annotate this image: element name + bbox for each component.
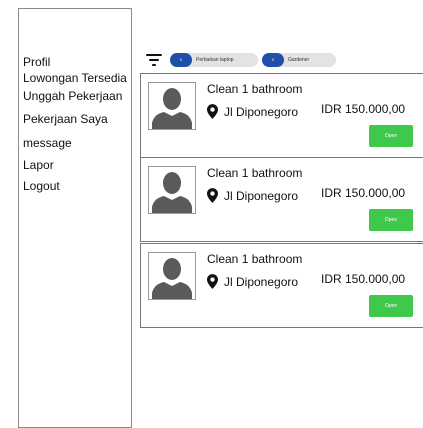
sidebar: Profil Lowongan Tersedia Unggah Pekerjaa… — [18, 8, 132, 428]
location-text: Jl Diponegoro — [224, 274, 299, 289]
filter-icon[interactable] — [146, 54, 162, 66]
open-button[interactable]: Open — [369, 295, 413, 317]
person-silhouette-icon — [152, 258, 192, 299]
chip-label: Gardener — [288, 57, 310, 63]
open-button[interactable]: Open — [369, 209, 413, 231]
job-location: Jl Diponegoro — [207, 104, 298, 119]
location-pin-icon — [207, 274, 218, 289]
sidebar-item-pekerjaan-saya[interactable]: Pekerjaan Saya — [23, 112, 108, 126]
sidebar-item-message[interactable]: message — [23, 136, 72, 150]
job-card: Clean 1 bathroom Jl Diponegoro IDR 150.0… — [140, 157, 423, 242]
chip-label: Perbaikan laptop — [196, 57, 234, 63]
job-location: Jl Diponegoro — [207, 188, 298, 203]
avatar — [148, 166, 196, 214]
job-location: Jl Diponegoro — [207, 274, 298, 289]
person-silhouette-icon — [152, 88, 192, 129]
filter-chip-gardener[interactable]: X Gardener — [262, 53, 336, 67]
job-title: Clean 1 bathroom — [207, 166, 303, 180]
chip-remove-badge[interactable]: X — [262, 53, 284, 67]
location-text: Jl Diponegoro — [224, 104, 299, 119]
job-title: Clean 1 bathroom — [207, 82, 303, 96]
job-card: Clean 1 bathroom Jl Diponegoro IDR 150.0… — [140, 73, 423, 158]
avatar — [148, 252, 196, 300]
job-price: IDR 150.000,00 — [321, 186, 406, 200]
sidebar-item-lapor[interactable]: Lapor — [23, 158, 54, 172]
filter-chip-perbaikan-laptop[interactable]: X Perbaikan laptop — [170, 53, 258, 67]
job-title: Clean 1 bathroom — [207, 252, 303, 266]
sidebar-item-logout[interactable]: Logout — [23, 179, 60, 193]
person-silhouette-icon — [152, 172, 192, 213]
job-price: IDR 150.000,00 — [321, 102, 406, 116]
sidebar-item-lowongan-tersedia[interactable]: Lowongan Tersedia — [23, 71, 127, 85]
chip-remove-badge[interactable]: X — [170, 53, 192, 67]
open-button[interactable]: Open — [369, 125, 413, 147]
location-pin-icon — [207, 104, 218, 119]
job-price: IDR 150.000,00 — [321, 272, 406, 286]
location-pin-icon — [207, 188, 218, 203]
sidebar-item-unggah-pekerjaan[interactable]: Unggah Pekerjaan — [23, 89, 122, 103]
sidebar-item-profil[interactable]: Profil — [23, 55, 50, 69]
avatar — [148, 82, 196, 130]
location-text: Jl Diponegoro — [224, 188, 299, 203]
job-card: Clean 1 bathroom Jl Diponegoro IDR 150.0… — [140, 243, 423, 328]
